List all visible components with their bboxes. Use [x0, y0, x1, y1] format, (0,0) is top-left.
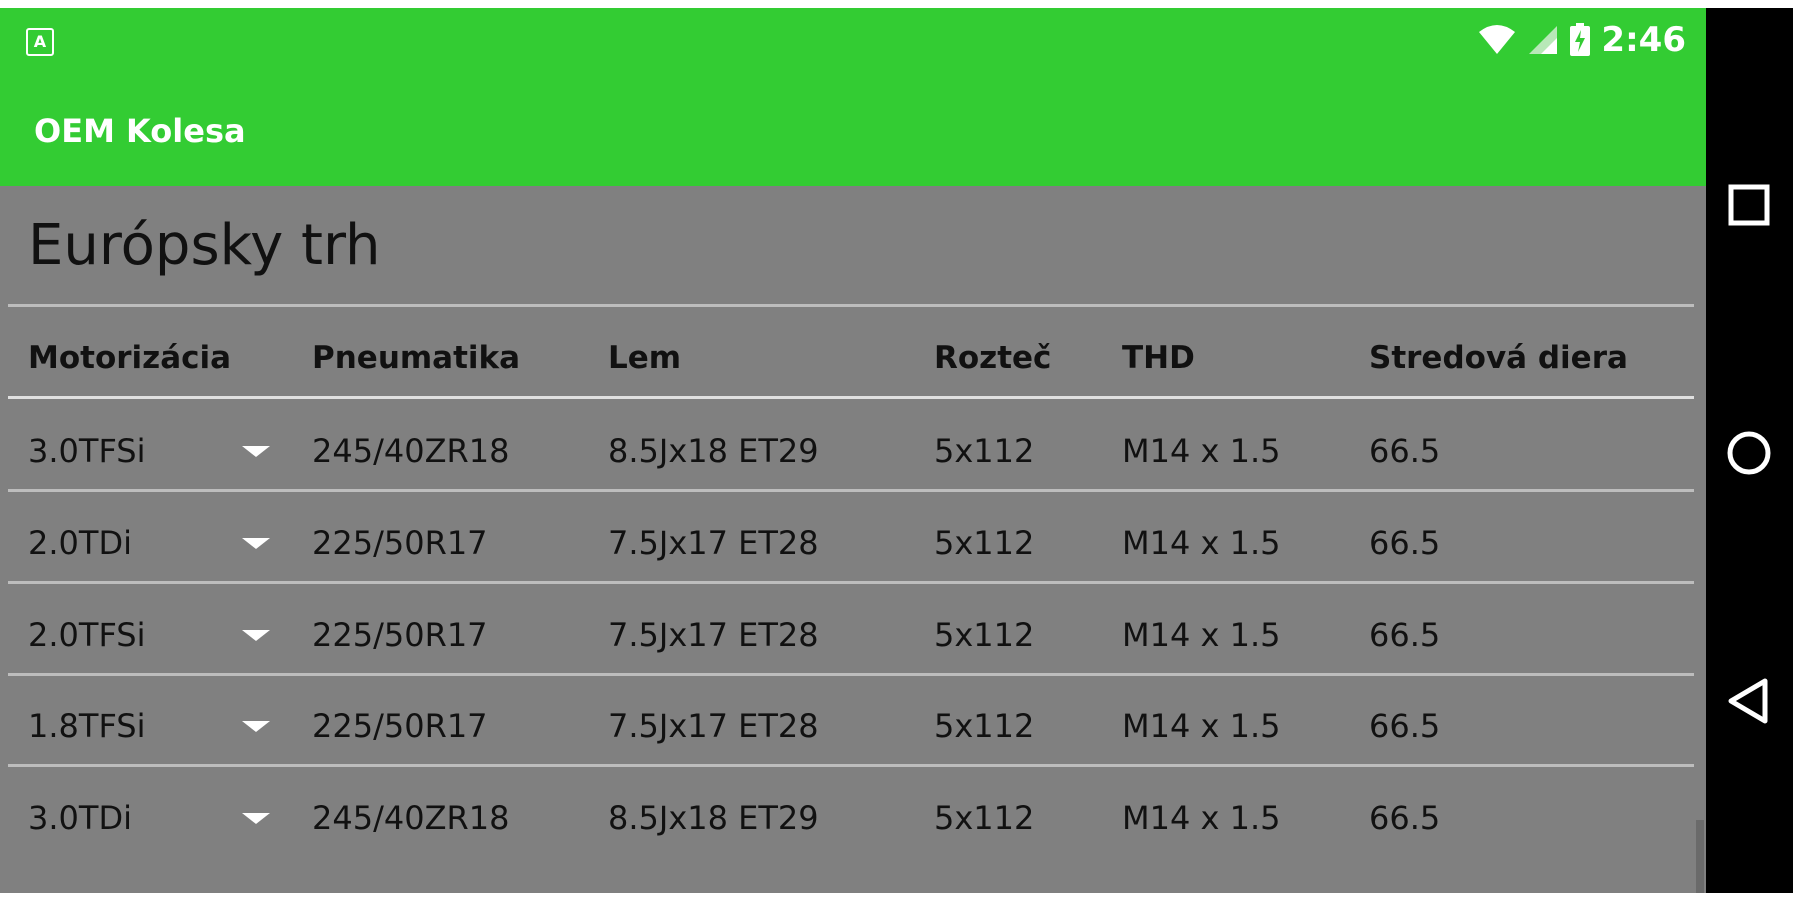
engine-cell: 3.0TFSi [28, 432, 146, 470]
engine-cell: 1.8TFSi [28, 707, 146, 745]
center-bore-cell: 66.5 [1369, 524, 1441, 562]
status-bar: 2:46 [1477, 20, 1686, 60]
tire-cell: 225/50R17 [312, 616, 488, 654]
bolt-pattern-cell: 5x112 [934, 524, 1035, 562]
table-row[interactable]: 2.0TFSi 225/50R17 7.5Jx17 ET28 5x112 M14… [0, 590, 1706, 680]
dropdown-arrow-icon[interactable] [242, 446, 270, 457]
table-row[interactable]: 1.8TFSi 225/50R17 7.5Jx17 ET28 5x112 M14… [0, 681, 1706, 771]
divider [8, 396, 1694, 399]
wifi-icon [1479, 25, 1516, 54]
column-header: Motorizácia [28, 340, 232, 376]
battery-charging-icon [1570, 23, 1591, 56]
center-bore-cell: 66.5 [1369, 707, 1441, 745]
dropdown-arrow-icon[interactable] [242, 538, 270, 549]
rim-cell: 8.5Jx18 ET29 [608, 799, 819, 837]
rim-cell: 7.5Jx17 ET28 [608, 524, 819, 562]
rim-cell: 7.5Jx17 ET28 [608, 616, 819, 654]
thread-cell: M14 x 1.5 [1122, 799, 1281, 837]
bolt-pattern-cell: 5x112 [934, 616, 1035, 654]
tire-cell: 245/40ZR18 [312, 799, 510, 837]
divider [8, 489, 1694, 492]
home-circle-icon[interactable] [1724, 428, 1774, 478]
table-header-row: Motorizácia Pneumatika Lem Rozteč THD St… [0, 313, 1706, 403]
app-title: OEM Kolesa [34, 112, 246, 150]
bolt-pattern-cell: 5x112 [934, 432, 1035, 470]
dropdown-arrow-icon[interactable] [242, 813, 270, 824]
engine-cell: 2.0TFSi [28, 616, 146, 654]
column-header: Stredová diera [1369, 340, 1628, 376]
page-title: Európsky trh [28, 213, 381, 278]
app-bar: A 2:46 OEM Kolesa [0, 8, 1706, 186]
divider [8, 304, 1694, 307]
table-row[interactable]: 2.0TDi 225/50R17 7.5Jx17 ET28 5x112 M14 … [0, 498, 1706, 588]
bolt-pattern-cell: 5x112 [934, 707, 1035, 745]
engine-cell: 3.0TDi [28, 799, 132, 837]
divider [8, 764, 1694, 767]
engine-cell: 2.0TDi [28, 524, 132, 562]
bottom-edge [0, 893, 1793, 900]
table-row[interactable]: 3.0TFSi 245/40ZR18 8.5Jx18 ET29 5x112 M1… [0, 406, 1706, 496]
column-header: Lem [608, 340, 682, 376]
dropdown-arrow-icon[interactable] [242, 630, 270, 641]
status-time: 2:46 [1601, 20, 1686, 60]
column-header: THD [1122, 340, 1195, 376]
tire-cell: 225/50R17 [312, 524, 488, 562]
signal-icon [1529, 26, 1558, 54]
center-bore-cell: 66.5 [1369, 616, 1441, 654]
rim-cell: 7.5Jx17 ET28 [608, 707, 819, 745]
center-bore-cell: 66.5 [1369, 432, 1441, 470]
tire-cell: 225/50R17 [312, 707, 488, 745]
system-nav-bar [1706, 8, 1793, 893]
divider [8, 581, 1694, 584]
thread-cell: M14 x 1.5 [1122, 432, 1281, 470]
android-notification-icon: A [26, 28, 54, 56]
column-header: Pneumatika [312, 340, 521, 376]
column-header: Rozteč [934, 340, 1052, 376]
scrollbar-thumb[interactable] [1696, 820, 1704, 893]
thread-cell: M14 x 1.5 [1122, 707, 1281, 745]
rim-cell: 8.5Jx18 ET29 [608, 432, 819, 470]
center-bore-cell: 66.5 [1369, 799, 1441, 837]
divider [8, 673, 1694, 676]
bolt-pattern-cell: 5x112 [934, 799, 1035, 837]
tire-cell: 245/40ZR18 [312, 432, 510, 470]
table-row[interactable]: 3.0TDi 245/40ZR18 8.5Jx18 ET29 5x112 M14… [0, 773, 1706, 863]
recents-square-icon[interactable] [1724, 180, 1774, 230]
thread-cell: M14 x 1.5 [1122, 616, 1281, 654]
dropdown-arrow-icon[interactable] [242, 721, 270, 732]
back-triangle-icon[interactable] [1724, 676, 1774, 726]
thread-cell: M14 x 1.5 [1122, 524, 1281, 562]
app-screen: A 2:46 OEM Kolesa Európsky trh Motorizác… [0, 8, 1706, 893]
